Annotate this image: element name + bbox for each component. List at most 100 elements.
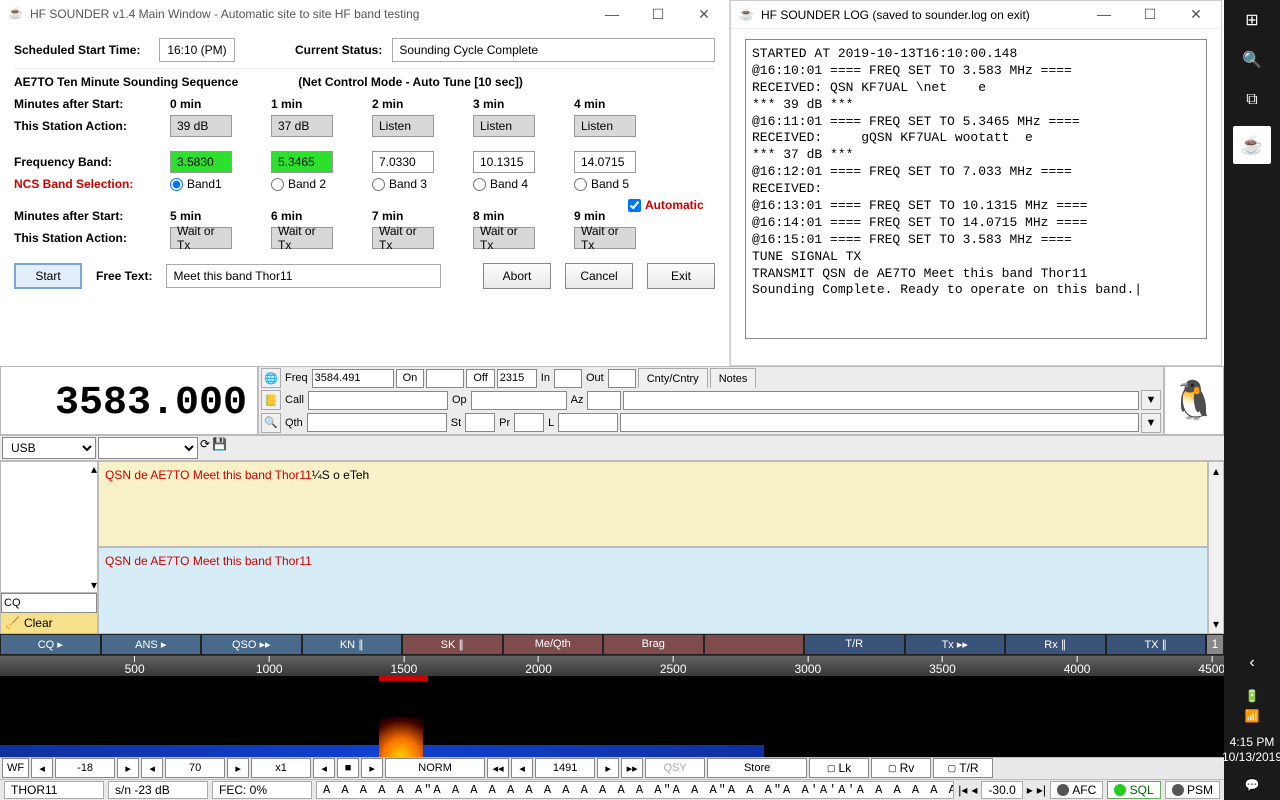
close-button[interactable]: ✕ [687,6,721,23]
remark-input[interactable] [623,391,1139,410]
globe-icon[interactable]: 🌐 [261,368,281,388]
qsy-button[interactable]: QSY [645,758,705,778]
on-input[interactable] [426,369,464,388]
wf-cursor-val[interactable]: 1491 [535,758,595,778]
macro-rx[interactable]: Rx ∥ [1005,634,1106,655]
wf-range[interactable]: 70 [165,758,225,778]
macro-empty[interactable] [704,634,805,655]
java-taskbar-icon[interactable]: ☕ [1233,126,1271,164]
lvl-right[interactable]: ▸ [117,758,139,778]
rv-button[interactable]: ▢ Rv [871,758,931,778]
rng-left[interactable]: ◂ [141,758,163,778]
off-input[interactable] [497,369,537,388]
az-input[interactable] [587,391,621,410]
macro-kn[interactable]: KN ∥ [302,634,403,655]
db-left[interactable]: ◂ [971,783,977,797]
db-right[interactable]: ▸ [1027,783,1033,797]
save-icon[interactable]: 💾 [212,437,227,459]
remark2-input[interactable] [620,413,1139,432]
macro-tx[interactable]: Tx ▸▸ [905,634,1006,655]
macro-meqth[interactable]: Me/Qth [503,634,604,655]
main-titlebar[interactable]: ☕ HF SOUNDER v1.4 Main Window - Automati… [0,0,729,28]
refresh-icon[interactable]: ⟳ [200,437,210,459]
minimize-button[interactable]: — [595,6,629,23]
wifi-icon[interactable]: 📶 [1245,709,1260,723]
loc-input[interactable] [558,413,618,432]
filter-select[interactable] [98,437,198,459]
macro-ans[interactable]: ANS ▸ [101,634,202,655]
rew-fast[interactable]: ◂◂ [487,758,509,778]
out-input[interactable] [608,369,636,388]
qth-input[interactable] [307,413,447,432]
rng-right[interactable]: ▸ [227,758,249,778]
call-input[interactable] [308,391,448,410]
band-5-radio[interactable]: Band 5 [574,177,629,191]
windows-start-icon[interactable]: ⊞ [1228,0,1276,40]
qrz-icon[interactable]: 🔍 [261,413,281,433]
book-icon[interactable]: 📒 [261,390,281,410]
battery-icon[interactable]: 🔋 [1245,689,1260,703]
minimize-button[interactable]: — [1087,6,1121,23]
clear-button[interactable]: 🧹Clear [1,613,97,633]
scheduled-time-field[interactable]: 16:10 (PM) [159,38,235,62]
macro-tr[interactable]: T/R [804,634,905,655]
cq-input[interactable] [1,593,97,613]
band-1-radio[interactable]: Band1 [170,177,265,191]
sql-button[interactable]: SQL [1107,781,1160,799]
log-textarea[interactable]: STARTED AT 2019-10-13T16:10:00.148 @16:1… [745,39,1207,339]
waterfall-cursor[interactable] [379,675,428,681]
wf-norm[interactable]: NORM [385,758,485,778]
chevron-left-icon[interactable]: ‹ [1228,643,1276,683]
tr-button[interactable]: ▢ T/R [933,758,993,778]
st-input[interactable] [465,413,495,432]
stop-button[interactable]: ■ [337,758,359,778]
freq-2[interactable]: 7.0330 [372,151,434,173]
fwd-fast[interactable]: ▸▸ [621,758,643,778]
free-text-input[interactable] [166,264,441,288]
play-left[interactable]: ◂ [313,758,335,778]
rew[interactable]: ◂ [511,758,533,778]
lvl-left[interactable]: ◂ [31,758,53,778]
on-button[interactable]: On [396,369,425,388]
rx-text-pane[interactable]: QSN de AE7TO Meet this band Thor11¼S o e… [98,461,1208,548]
fwd[interactable]: ▸ [597,758,619,778]
op-input[interactable] [471,391,567,410]
close-button[interactable]: ✕ [1179,6,1213,23]
abort-button[interactable]: Abort [483,263,551,289]
lk-button[interactable]: ▢ Lk [809,758,869,778]
dropdown-icon[interactable]: ▼ [1141,413,1161,433]
automatic-checkbox[interactable]: Automatic [628,198,704,212]
off-button[interactable]: Off [466,369,494,388]
waterfall-display[interactable]: 500 1000 1500 2000 2500 3000 3500 4000 4… [0,655,1224,757]
dropdown-icon[interactable]: ▼ [1141,390,1161,410]
maximize-button[interactable]: ☐ [1133,6,1167,23]
in-input[interactable] [554,369,582,388]
cnty-button[interactable]: Cnty/Cntry [638,368,708,388]
play-right[interactable]: ▸ [361,758,383,778]
freq-0[interactable]: 3.5830 [170,151,232,173]
afc-button[interactable]: AFC [1050,781,1103,799]
wf-mode-button[interactable]: WF [2,758,29,778]
search-icon[interactable]: 🔍 [1228,40,1276,80]
scroll-down-icon[interactable]: ▾ [91,578,97,592]
start-button[interactable]: Start [14,263,82,289]
db-fwd[interactable]: ▸| [1037,783,1046,797]
mode-select[interactable]: USB [2,437,96,459]
store-button[interactable]: Store [707,758,807,778]
wf-zoom[interactable]: x1 [251,758,311,778]
pr-input[interactable] [514,413,544,432]
cancel-button[interactable]: Cancel [565,263,633,289]
macro-cq[interactable]: CQ ▸ [0,634,101,655]
log-titlebar[interactable]: ☕ HF SOUNDER LOG (saved to sounder.log o… [731,1,1221,29]
freq-input[interactable] [312,369,394,388]
freq-4[interactable]: 14.0715 [574,151,636,173]
macro-brag[interactable]: Brag [603,634,704,655]
status-db[interactable]: -30.0 [981,781,1022,799]
psm-button[interactable]: PSM [1165,781,1220,799]
wf-level[interactable]: -18 [55,758,115,778]
freq-3[interactable]: 10.1315 [473,151,535,173]
exit-button[interactable]: Exit [647,263,715,289]
notes-tab[interactable]: Notes [710,368,757,388]
taskbar-clock[interactable]: 4:15 PM 10/13/2019 [1220,729,1280,772]
db-rew[interactable]: |◂ [958,783,967,797]
